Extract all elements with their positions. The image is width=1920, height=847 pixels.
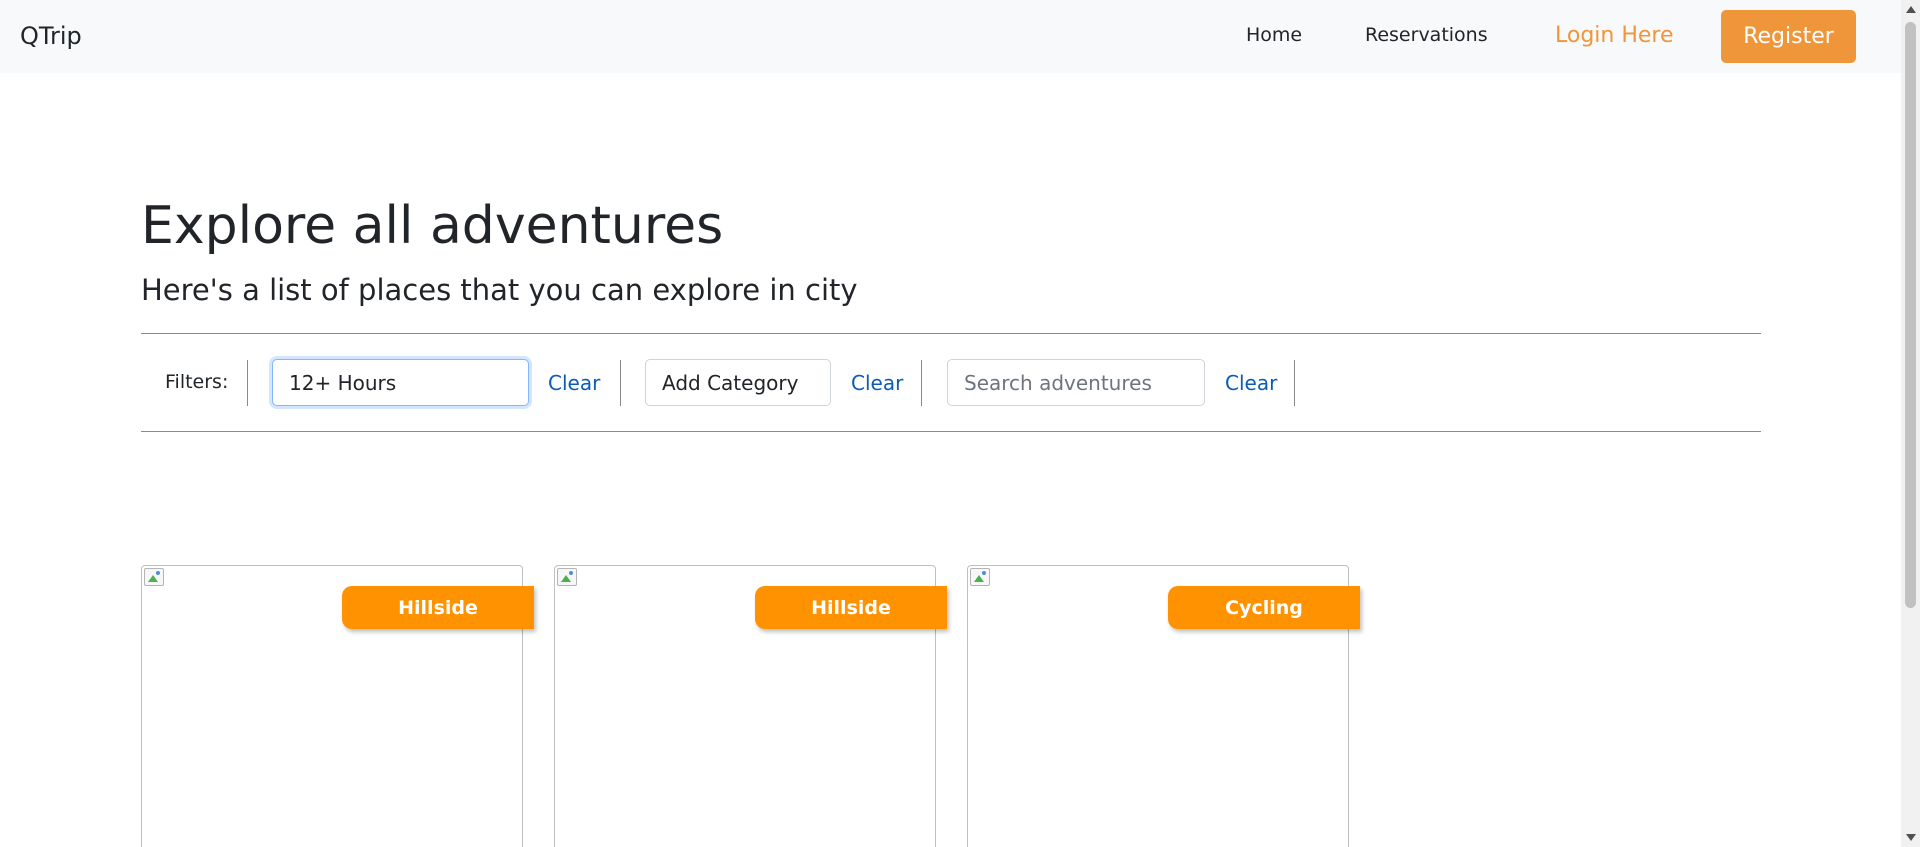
- search-input-placeholder: Search adventures: [964, 370, 1152, 395]
- nav-home-link[interactable]: Home: [1246, 24, 1302, 46]
- filter-divider-top: [141, 333, 1761, 334]
- adventure-card[interactable]: Hillside: [554, 565, 947, 847]
- scroll-up-arrow-icon[interactable]: [1906, 6, 1916, 13]
- filter-separator: [921, 360, 922, 406]
- adventure-card[interactable]: Hillside: [141, 565, 534, 847]
- login-link[interactable]: Login Here: [1555, 23, 1674, 48]
- filter-separator: [1294, 360, 1295, 406]
- category-banner: Hillside: [755, 586, 947, 629]
- category-select[interactable]: Add Category: [645, 359, 831, 406]
- search-input[interactable]: Search adventures: [947, 359, 1205, 406]
- clear-category-link[interactable]: Clear: [851, 371, 903, 395]
- filter-separator: [247, 360, 248, 406]
- scrollbar-thumb[interactable]: [1905, 22, 1916, 608]
- navbar: QTrip Home Reservations Login Here Regis…: [0, 0, 1901, 73]
- clear-duration-link[interactable]: Clear: [548, 371, 600, 395]
- register-button[interactable]: Register: [1721, 10, 1856, 63]
- category-select-value: Add Category: [662, 370, 799, 395]
- filter-separator: [620, 360, 621, 406]
- duration-select[interactable]: 12+ Hours: [272, 359, 529, 406]
- clear-search-link[interactable]: Clear: [1225, 371, 1277, 395]
- broken-image-icon: [144, 568, 164, 586]
- nav-reservations-link[interactable]: Reservations: [1365, 24, 1488, 46]
- page-subtitle: Here's a list of places that you can exp…: [141, 273, 858, 307]
- broken-image-icon: [557, 568, 577, 586]
- category-banner: Hillside: [342, 586, 534, 629]
- scroll-down-arrow-icon[interactable]: [1906, 834, 1916, 841]
- duration-select-value: 12+ Hours: [289, 370, 397, 395]
- category-banner: Cycling: [1168, 586, 1360, 629]
- broken-image-icon: [970, 568, 990, 586]
- page-title: Explore all adventures: [141, 196, 724, 256]
- filter-divider-bottom: [141, 431, 1761, 432]
- adventure-card[interactable]: Cycling: [967, 565, 1360, 847]
- filters-label: Filters:: [165, 371, 229, 393]
- brand-logo[interactable]: QTrip: [20, 22, 82, 50]
- vertical-scrollbar[interactable]: [1901, 0, 1920, 847]
